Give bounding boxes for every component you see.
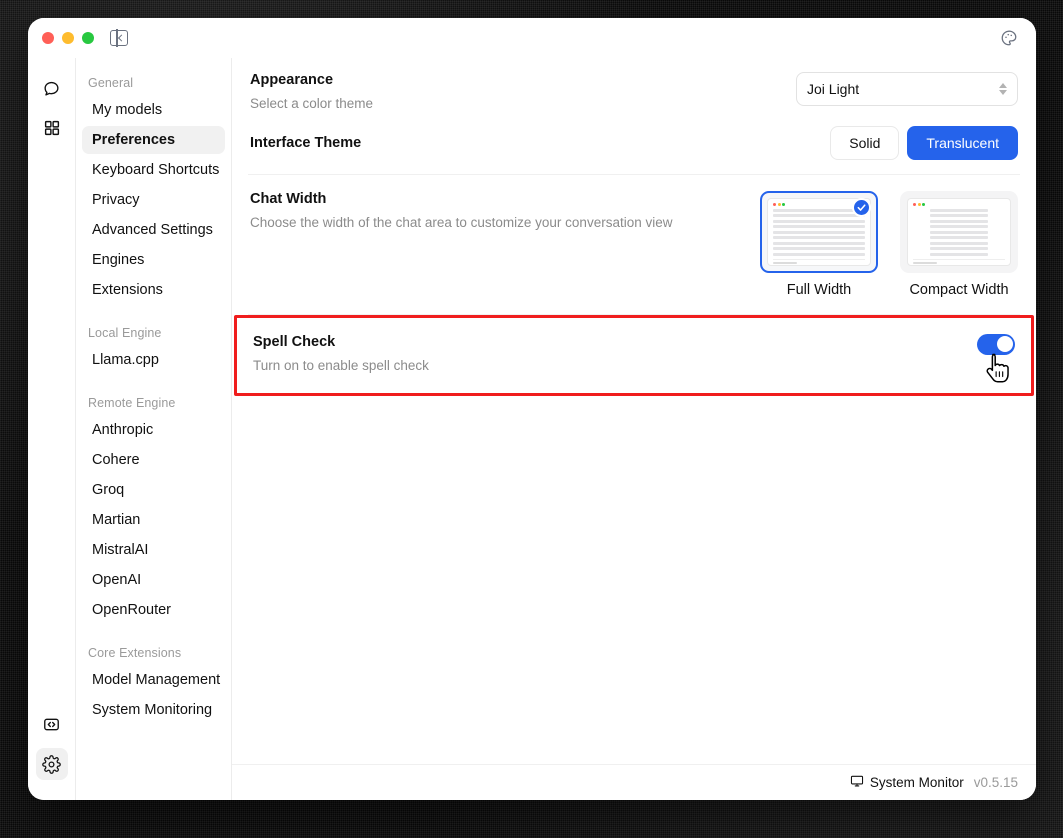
palette-icon[interactable] <box>998 27 1020 49</box>
sidebar-group-general: General <box>88 76 134 90</box>
chat-width-title: Chat Width <box>250 190 327 207</box>
settings-sidebar[interactable]: General My models Preferences Keyboard S… <box>76 58 232 800</box>
grid-apps-icon[interactable] <box>36 112 68 144</box>
sidebar-item-cohere[interactable]: Cohere <box>82 446 225 474</box>
code-brackets-icon[interactable] <box>36 708 68 740</box>
chat-bubble-icon[interactable] <box>36 72 68 104</box>
appearance-row: Appearance Select a color theme Joi Ligh… <box>248 58 1020 118</box>
monitor-icon <box>850 774 864 791</box>
sidebar-item-martian[interactable]: Martian <box>82 506 225 534</box>
mouse-cursor-pointer <box>983 352 1013 391</box>
chat-width-row: Chat Width Choose the width of the chat … <box>248 175 1020 315</box>
sidebar-item-engines[interactable]: Engines <box>82 246 225 274</box>
chat-width-options: Full Width Compact Width <box>760 190 1018 298</box>
theme-select-value: Joi Light <box>807 81 860 97</box>
interface-theme-row: Interface Theme Solid Translucent <box>248 118 1020 175</box>
sidebar-item-preferences[interactable]: Preferences <box>82 126 225 154</box>
sidebar-item-llama-cpp[interactable]: Llama.cpp <box>82 346 225 374</box>
spell-check-title: Spell Check <box>253 333 336 350</box>
spell-check-description: Turn on to enable spell check <box>253 357 429 373</box>
compact-width-label: Compact Width <box>909 281 1009 298</box>
gear-icon[interactable] <box>35 748 68 780</box>
sidebar-item-privacy[interactable]: Privacy <box>82 186 225 214</box>
status-bar: System Monitor v0.5.15 <box>232 764 1036 800</box>
title-bar <box>28 18 1036 58</box>
sidebar-item-openrouter[interactable]: OpenRouter <box>82 596 225 624</box>
version-label: v0.5.15 <box>973 775 1018 790</box>
sidebar-item-my-models[interactable]: My models <box>82 96 225 124</box>
preferences-panel: Appearance Select a color theme Joi Ligh… <box>232 58 1036 800</box>
chat-width-option-compact[interactable]: Compact Width <box>900 190 1018 298</box>
spell-check-toggle-wrapper <box>977 333 1015 383</box>
check-icon <box>852 197 871 217</box>
compact-width-preview-card[interactable] <box>900 190 1018 273</box>
sidebar-item-advanced-settings[interactable]: Advanced Settings <box>82 216 225 244</box>
preview-text-lines <box>913 208 1005 256</box>
icon-rail <box>28 58 76 800</box>
full-width-preview-card[interactable] <box>760 190 878 273</box>
appearance-title: Appearance <box>250 72 334 88</box>
sidebar-item-keyboard-shortcuts[interactable]: Keyboard Shortcuts <box>82 156 225 184</box>
sidebar-group-core-extensions: Core Extensions <box>88 646 182 660</box>
app-window: General My models Preferences Keyboard S… <box>28 18 1036 800</box>
sidebar-group-remote-engine: Remote Engine <box>88 396 176 410</box>
chat-width-description: Choose the width of the chat area to cus… <box>250 214 673 230</box>
sidebar-item-mistralai[interactable]: MistralAI <box>82 536 225 564</box>
system-monitor-button[interactable]: System Monitor <box>850 774 964 791</box>
window-body: General My models Preferences Keyboard S… <box>28 58 1036 800</box>
interface-theme-translucent-button[interactable]: Translucent <box>907 125 1018 160</box>
maximize-button[interactable] <box>82 32 94 44</box>
sidebar-item-openai[interactable]: OpenAI <box>82 566 225 594</box>
system-monitor-label: System Monitor <box>869 775 964 790</box>
sidebar-item-extensions[interactable]: Extensions <box>82 276 225 304</box>
appearance-description: Select a color theme <box>250 96 374 111</box>
interface-theme-solid-button[interactable]: Solid <box>830 125 900 160</box>
preview-text-lines <box>773 208 865 256</box>
chat-width-option-full[interactable]: Full Width <box>760 190 878 298</box>
preview-footer <box>913 258 1005 265</box>
preview-footer <box>773 258 865 265</box>
traffic-lights <box>42 32 94 44</box>
spell-check-row: Spell Check Turn on to enable spell chec… <box>234 314 1034 397</box>
full-width-label: Full Width <box>786 281 852 298</box>
theme-select[interactable]: Joi Light <box>796 72 1018 106</box>
interface-theme-title: Interface Theme <box>250 134 362 151</box>
interface-theme-options: Solid Translucent <box>830 125 1018 160</box>
sidebar-item-model-management[interactable]: Model Management <box>82 666 225 694</box>
panel-collapse-icon[interactable] <box>110 29 128 47</box>
sidebar-item-anthropic[interactable]: Anthropic <box>82 416 225 444</box>
chevron-updown-icon <box>999 83 1007 95</box>
preview-traffic-lights <box>913 202 1005 206</box>
close-button[interactable] <box>42 32 54 44</box>
preferences-content: Appearance Select a color theme Joi Ligh… <box>232 58 1036 764</box>
sidebar-item-system-monitoring[interactable]: System Monitoring <box>82 696 225 724</box>
sidebar-group-local-engine: Local Engine <box>88 326 162 340</box>
minimize-button[interactable] <box>62 32 74 44</box>
sidebar-item-groq[interactable]: Groq <box>82 476 225 504</box>
